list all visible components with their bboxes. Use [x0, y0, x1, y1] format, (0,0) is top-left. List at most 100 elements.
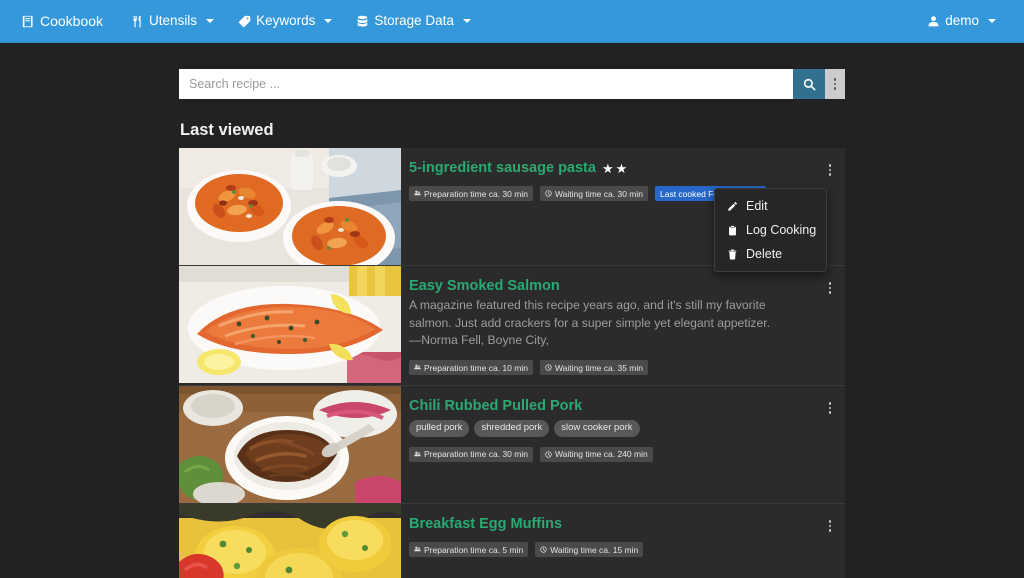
waiting-time-badge: Waiting time ca. 240 min	[539, 446, 653, 462]
egg-muffins-photo	[179, 504, 401, 578]
recipe-actions-menu-button[interactable]	[826, 517, 835, 535]
chevron-down-icon	[324, 19, 333, 23]
prep-time-label: Preparation time ca. 10 min	[424, 362, 528, 373]
waiting-time-label: Waiting time ca. 30 min	[554, 188, 643, 199]
pulled-pork-photo	[179, 386, 401, 504]
recipe-row[interactable]: 5-ingredient sausage pasta ★ ★ Preparati…	[179, 148, 845, 272]
chevron-down-icon	[988, 19, 996, 23]
recipe-body: Easy Smoked Salmon A magazine featured t…	[401, 266, 845, 385]
prep-time-badge: Preparation time ca. 10 min	[409, 360, 533, 376]
recipe-description: A magazine featured this recipe years ag…	[409, 298, 771, 348]
recipe-actions-menu-button[interactable]	[826, 399, 835, 417]
waiting-time-badge: Waiting time ca. 15 min	[535, 542, 644, 558]
prep-time-label: Preparation time ca. 5 min	[424, 544, 524, 555]
recipe-row[interactable]: Easy Smoked Salmon A magazine featured t…	[179, 266, 845, 387]
tag-icon	[238, 15, 251, 28]
chevron-down-icon	[462, 19, 471, 23]
recipe-title[interactable]: Easy Smoked Salmon	[409, 278, 560, 294]
navbar-item-utensils-label: Utensils	[149, 13, 198, 29]
prep-time-icon	[414, 190, 421, 197]
navbar-item-keywords[interactable]: Keywords	[226, 8, 344, 34]
recipe-list: 5-ingredient sausage pasta ★ ★ Preparati…	[179, 148, 845, 578]
utensils-icon	[131, 15, 144, 28]
search-options-button[interactable]	[825, 69, 845, 99]
clock-icon	[545, 451, 552, 458]
recipe-rating-stars: ★ ★	[602, 162, 627, 175]
search-bar	[179, 69, 845, 99]
dropdown-item-delete-label: Delete	[746, 247, 783, 261]
recipe-thumbnail[interactable]	[179, 148, 401, 265]
star-icon: ★	[601, 160, 614, 176]
navbar-item-utensils[interactable]: Utensils	[119, 8, 226, 34]
recipe-tags: pulled pork shredded pork slow cooker po…	[409, 420, 829, 437]
recipe-thumbnail[interactable]	[179, 386, 401, 504]
recipe-thumbnail[interactable]	[179, 504, 401, 578]
prep-time-icon	[414, 451, 421, 458]
navbar-user-menu[interactable]: demo	[915, 8, 1008, 34]
pencil-icon	[727, 201, 738, 212]
recipe-actions-menu-button[interactable]	[826, 161, 835, 179]
recipe-title[interactable]: 5-ingredient sausage pasta	[409, 160, 596, 176]
recipe-title-row: Chili Rubbed Pulled Pork	[409, 398, 829, 414]
waiting-time-label: Waiting time ca. 240 min	[554, 449, 648, 460]
clock-icon	[545, 190, 552, 197]
dropdown-item-edit-label: Edit	[746, 199, 768, 213]
recipe-thumbnail[interactable]	[179, 266, 401, 383]
user-icon	[927, 15, 940, 28]
navbar-item-storage-data[interactable]: Storage Data	[344, 8, 483, 34]
dropdown-item-edit[interactable]: Edit	[715, 194, 826, 218]
prep-time-label: Preparation time ca. 30 min	[424, 188, 528, 199]
recipe-actions-dropdown: Edit Log Cooking Delete	[714, 188, 827, 272]
clipboard-icon	[727, 224, 738, 236]
recipe-body: Chili Rubbed Pulled Pork pulled pork shr…	[401, 386, 845, 503]
recipe-meta: Preparation time ca. 5 min Waiting time …	[409, 542, 829, 558]
recipe-meta: Preparation time ca. 10 min Waiting time…	[409, 360, 829, 376]
recipe-tag[interactable]: slow cooker pork	[554, 420, 640, 437]
recipe-meta: Preparation time ca. 30 min Waiting time…	[409, 446, 829, 462]
page-title: Last viewed	[180, 121, 274, 139]
search-icon	[803, 78, 816, 91]
dropdown-item-delete[interactable]: Delete	[715, 242, 826, 266]
search-input[interactable]	[179, 69, 793, 99]
prep-time-badge: Preparation time ca. 30 min	[409, 186, 533, 202]
star-icon: ★	[615, 160, 628, 176]
navbar-brand-cookbook[interactable]: Cookbook	[16, 8, 119, 34]
recipe-row[interactable]: Breakfast Egg Muffins Preparation time c…	[179, 504, 845, 578]
navbar-user-area: demo	[915, 8, 1008, 34]
navbar-user-label: demo	[945, 13, 979, 29]
navbar-item-keywords-label: Keywords	[256, 13, 316, 29]
prep-time-badge: Preparation time ca. 5 min	[409, 542, 529, 558]
recipe-tag[interactable]: shredded pork	[474, 420, 550, 437]
smoked-salmon-photo	[179, 266, 401, 383]
prep-time-icon	[414, 546, 421, 553]
recipe-actions-menu-button[interactable]	[826, 279, 835, 297]
waiting-time-badge: Waiting time ca. 30 min	[539, 186, 648, 202]
dropdown-item-log-cooking-label: Log Cooking	[746, 223, 817, 237]
recipe-title-row: Easy Smoked Salmon	[409, 278, 829, 294]
book-icon	[22, 15, 35, 28]
clock-icon	[540, 546, 547, 553]
navbar-menu: Cookbook Utensils Keywords Storage Data	[16, 8, 483, 34]
search-submit-button[interactable]	[793, 69, 825, 99]
recipe-title-row: Breakfast Egg Muffins	[409, 516, 829, 532]
trash-icon	[727, 248, 738, 260]
recipe-row[interactable]: Chili Rubbed Pulled Pork pulled pork shr…	[179, 386, 845, 505]
navbar-item-storage-data-label: Storage Data	[374, 13, 454, 29]
waiting-time-label: Waiting time ca. 35 min	[554, 362, 643, 373]
recipe-title-row: 5-ingredient sausage pasta ★ ★	[409, 160, 829, 176]
main-container: Last viewed	[179, 43, 845, 578]
recipe-tag[interactable]: pulled pork	[409, 420, 470, 437]
recipe-title[interactable]: Breakfast Egg Muffins	[409, 516, 562, 532]
recipe-title[interactable]: Chili Rubbed Pulled Pork	[409, 398, 582, 414]
database-icon	[356, 15, 369, 28]
dropdown-item-log-cooking[interactable]: Log Cooking	[715, 218, 826, 242]
sausage-pasta-photo	[179, 148, 401, 265]
clock-icon	[545, 364, 552, 371]
waiting-time-label: Waiting time ca. 15 min	[550, 544, 639, 555]
recipe-body: Breakfast Egg Muffins Preparation time c…	[401, 504, 845, 578]
navbar-brand-label: Cookbook	[40, 13, 104, 29]
prep-time-label: Preparation time ca. 30 min	[424, 449, 528, 460]
prep-time-badge: Preparation time ca. 30 min	[409, 446, 533, 462]
top-navbar: Cookbook Utensils Keywords Storage Data …	[0, 0, 1024, 43]
recipe-body: 5-ingredient sausage pasta ★ ★ Preparati…	[401, 148, 845, 272]
